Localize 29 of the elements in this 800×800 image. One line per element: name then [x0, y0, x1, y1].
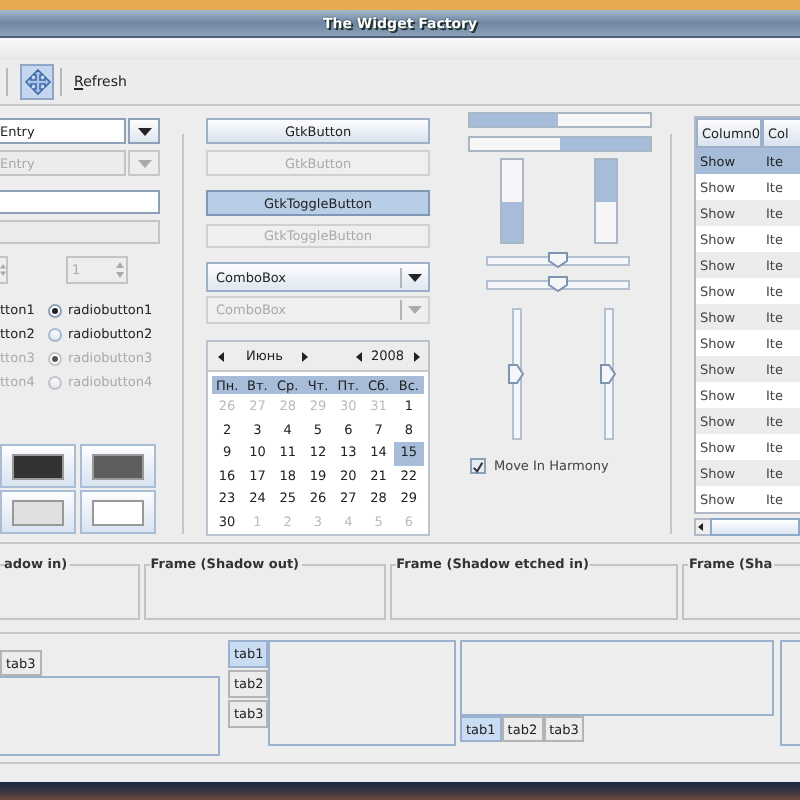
- four-way-arrow-icon: [23, 68, 51, 96]
- scrollbar-thumb[interactable]: [710, 518, 800, 536]
- next-month-button[interactable]: [298, 348, 311, 364]
- down-triangle-icon: [408, 306, 422, 314]
- toggle-tool-button[interactable]: [20, 64, 54, 100]
- checkbox[interactable]: [470, 458, 486, 474]
- right-triangle-icon: [301, 351, 308, 361]
- down-triangle-icon: [408, 273, 422, 281]
- previous-year-button[interactable]: [352, 348, 365, 364]
- up-down-arrows-icon: [116, 260, 124, 280]
- left-triangle-icon: [217, 351, 223, 361]
- checkmark-icon: [472, 459, 484, 473]
- previous-month-button[interactable]: [214, 348, 226, 364]
- radio-button[interactable]: [48, 327, 62, 341]
- color-button[interactable]: [0, 444, 76, 488]
- down-triangle-icon: [137, 127, 151, 135]
- dropdown-button[interactable]: [128, 118, 160, 144]
- left-triangle-icon: [696, 518, 706, 536]
- left-triangle-icon: [355, 351, 362, 361]
- text-field[interactable]: [0, 190, 160, 214]
- color-button[interactable]: [80, 444, 156, 488]
- down-triangle-icon: [137, 159, 151, 167]
- color-button[interactable]: [0, 490, 76, 534]
- color-button[interactable]: [80, 490, 156, 534]
- radio-button[interactable]: [48, 303, 62, 317]
- horizontal-scrollbar[interactable]: [694, 518, 800, 536]
- up-down-arrows-icon: [0, 260, 6, 280]
- right-triangle-icon: [413, 351, 419, 361]
- next-year-button[interactable]: [410, 348, 422, 364]
